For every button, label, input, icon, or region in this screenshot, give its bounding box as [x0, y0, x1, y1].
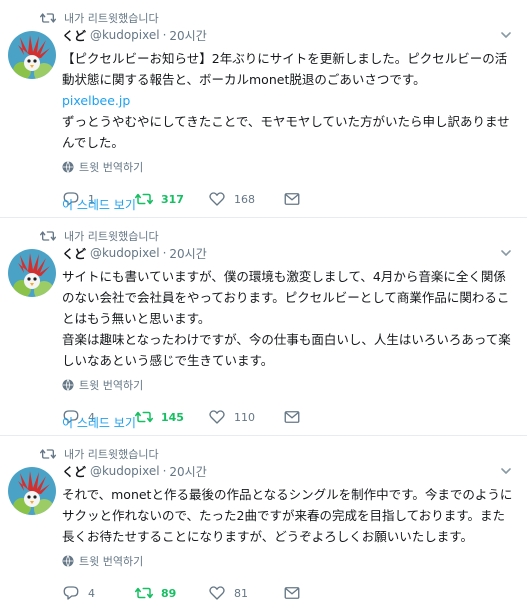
tweet-timestamp[interactable]: 20시간: [169, 245, 206, 262]
tweet-text-line: サイトにも書いていますが、僕の環境も激変しまして、4月から音楽に全く関係: [62, 269, 506, 284]
tweet-card[interactable]: 내가 리트윗했습니다 くど @kudopixel · 20시간: [0, 218, 527, 436]
retweet-context-icon: [40, 231, 56, 241]
retweet-button[interactable]: 89: [135, 584, 208, 602]
translate-label: 트윗 번역하기: [79, 161, 144, 174]
tweet-text-line: しいなあという感じで生きています。: [62, 353, 274, 368]
reply-count: 4: [88, 586, 95, 600]
author-handle[interactable]: @kudopixel: [90, 246, 160, 260]
tweet-header: くど @kudopixel · 20시간: [62, 462, 513, 480]
tweet-card[interactable]: 내가 리트윗했습니다 くど @kudopixel · 20시간: [0, 436, 527, 600]
tweet-text-line: 音楽は趣味となったわけですが、今の仕事も面白いし、人生はいろいろあって楽: [62, 332, 511, 347]
like-count: 81: [234, 586, 248, 600]
envelope-icon: [284, 587, 300, 599]
tweet-text-line: んでした。: [62, 135, 124, 150]
separator-dot: ·: [162, 28, 167, 42]
reply-icon: [63, 586, 79, 600]
avatar-image: [8, 467, 56, 515]
timeline-feed: 내가 리트윗했습니다 くど @kudopixel · 20시간 【ピクセルビーお…: [0, 0, 527, 600]
tweet-text-line: 【ピクセルビーお知らせ】2年ぶりにサイトを更新しました。ピクセルビーの活: [62, 51, 508, 66]
show-thread-link[interactable]: 이 스레드 보기: [62, 196, 136, 213]
like-button[interactable]: 168: [208, 190, 283, 208]
tweet-content: くど @kudopixel · 20시간 【ピクセルビーお知らせ】2年ぶりにサイ…: [62, 26, 513, 211]
retweet-context: 내가 리트윗했습니다: [40, 228, 159, 244]
reply-button[interactable]: 4: [62, 584, 135, 602]
retweet-button[interactable]: 145: [135, 408, 208, 426]
chevron-down-icon[interactable]: [499, 246, 513, 260]
separator-dot: ·: [162, 464, 167, 478]
like-button[interactable]: 81: [208, 584, 283, 602]
show-thread-link[interactable]: 이 스레드 보기: [62, 414, 136, 431]
retweet-icon: [135, 411, 153, 423]
tweet-text-line: 長くお待たせすることになりますが、どうぞよろしくお願いいたします。: [62, 529, 474, 544]
retweet-button[interactable]: 317: [135, 190, 208, 208]
envelope-icon: [284, 411, 300, 423]
retweet-context-label: 내가 리트윗했습니다: [64, 230, 159, 243]
author-name[interactable]: くど: [62, 245, 86, 262]
direct-message-button[interactable]: [283, 584, 313, 602]
like-count: 168: [234, 192, 255, 206]
tweet-content: くど @kudopixel · 20시간 それで、monetと作る最後の作品とな…: [62, 462, 513, 605]
tweet-text: それで、monetと作る最後の作品となるシングルを制作中です。今までのように サ…: [62, 484, 513, 547]
retweet-icon: [135, 587, 153, 599]
translate-label: 트윗 번역하기: [79, 379, 144, 392]
author-name[interactable]: くど: [62, 27, 86, 44]
avatar[interactable]: [8, 249, 56, 297]
tweet-text-line: 動状態に関する報告と、ボーカルmonet脱退のごあいさつです。: [62, 72, 426, 87]
tweet-text-line: のない会社で会社員をやっております。ピクセルビーとして商業作品に関わるこ: [62, 290, 510, 305]
tweet-text-line: ずっとうやむやにしてきたことで、モヤモヤしていた方がいたら申し訳ありませ: [62, 114, 510, 129]
avatar[interactable]: [8, 31, 56, 79]
separator-dot: ·: [162, 246, 167, 260]
author-handle[interactable]: @kudopixel: [90, 464, 160, 478]
translate-label: 트윗 번역하기: [79, 555, 144, 568]
tweet-timestamp[interactable]: 20시간: [169, 463, 206, 480]
avatar-image: [8, 31, 56, 79]
like-button[interactable]: 110: [208, 408, 283, 426]
tweet-text-line: とはもう無いと思います。: [62, 311, 211, 326]
author-name[interactable]: くど: [62, 463, 86, 480]
tweet-content: くど @kudopixel · 20시간 サイトにも書いていますが、僕の環境も激…: [62, 244, 513, 429]
retweet-context: 내가 리트윗했습니다: [40, 10, 159, 26]
retweet-count: 89: [161, 586, 177, 600]
chevron-down-icon[interactable]: [499, 464, 513, 478]
avatar[interactable]: [8, 467, 56, 515]
retweet-context-label: 내가 리트윗했습니다: [64, 12, 159, 25]
tweet-text-line: それで、monetと作る最後の作品となるシングルを制作中です。今までのように: [62, 487, 513, 502]
retweet-icon: [135, 193, 153, 205]
heart-icon: [209, 586, 225, 600]
chevron-down-icon[interactable]: [499, 28, 513, 42]
tweet-header: くど @kudopixel · 20시간: [62, 26, 513, 44]
translate-tweet-link[interactable]: 트윗 번역하기: [62, 159, 513, 175]
retweet-count: 145: [161, 410, 184, 424]
retweet-context-icon: [40, 449, 56, 459]
retweet-context: 내가 리트윗했습니다: [40, 446, 159, 462]
translate-tweet-link[interactable]: 트윗 번역하기: [62, 377, 513, 393]
tweet-card[interactable]: 내가 리트윗했습니다 くど @kudopixel · 20시간: [0, 0, 527, 218]
tweet-header: くど @kudopixel · 20시간: [62, 244, 513, 262]
heart-icon: [209, 192, 225, 206]
tweet-link[interactable]: pixelbee.jp: [62, 93, 130, 108]
globe-icon: [62, 161, 74, 173]
avatar-image: [8, 249, 56, 297]
direct-message-button[interactable]: [283, 190, 313, 208]
retweet-count: 317: [161, 192, 184, 206]
retweet-context-label: 내가 리트윗했습니다: [64, 448, 159, 461]
globe-icon: [62, 379, 74, 391]
tweet-text: サイトにも書いていますが、僕の環境も激変しまして、4月から音楽に全く関係 のない…: [62, 266, 513, 371]
direct-message-button[interactable]: [283, 408, 313, 426]
tweet-text-line: サクッと作れないので、たった2曲ですが来春の完成を目指しております。また: [62, 508, 505, 523]
tweet-actions: 4 89 81: [62, 581, 513, 605]
globe-icon: [62, 555, 74, 567]
heart-icon: [209, 410, 225, 424]
tweet-text: 【ピクセルビーお知らせ】2年ぶりにサイトを更新しました。ピクセルビーの活 動状態…: [62, 48, 513, 153]
envelope-icon: [284, 193, 300, 205]
retweet-context-icon: [40, 13, 56, 23]
translate-tweet-link[interactable]: 트윗 번역하기: [62, 553, 513, 569]
author-handle[interactable]: @kudopixel: [90, 28, 160, 42]
like-count: 110: [234, 410, 255, 424]
tweet-timestamp[interactable]: 20시간: [169, 27, 206, 44]
